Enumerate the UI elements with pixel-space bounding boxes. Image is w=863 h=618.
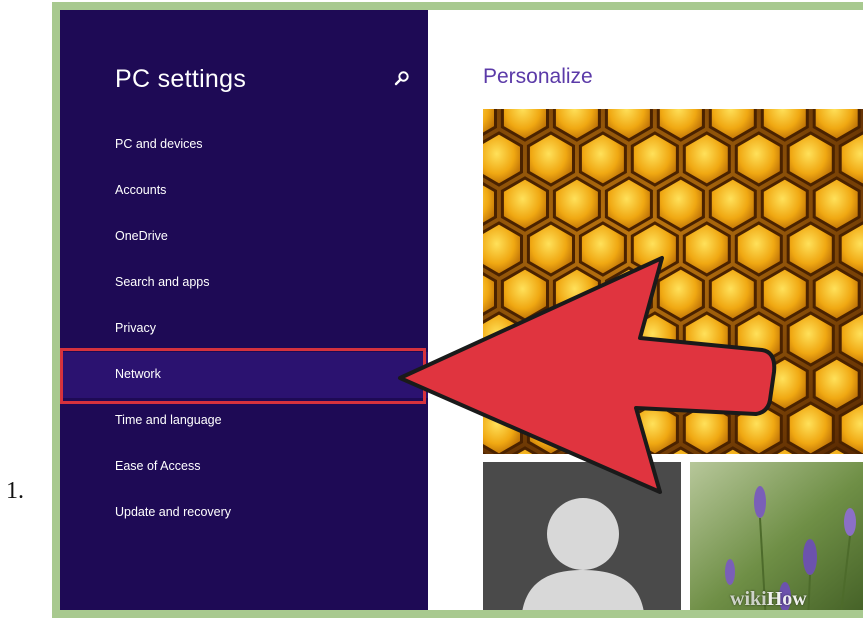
honeycomb-cell [786, 131, 835, 187]
honeycomb-cell [708, 266, 757, 322]
honeycomb-cell [656, 266, 705, 322]
sidebar-item-update-and-recovery[interactable]: Update and recovery [60, 490, 428, 536]
account-picture-tile[interactable] [483, 462, 681, 610]
honeycomb-cell [760, 176, 809, 232]
honeycomb-cell [812, 176, 861, 232]
sidebar-item-search-and-apps[interactable]: Search and apps [60, 260, 428, 306]
honeycomb-cell [682, 131, 731, 187]
honeycomb-cell [760, 266, 809, 322]
honeycomb-cell [734, 311, 783, 367]
honeycomb-cell [682, 221, 731, 277]
sidebar-item-accounts[interactable]: Accounts [60, 168, 428, 214]
sidebar-item-label: Ease of Access [115, 459, 201, 473]
sidebar-item-label: Accounts [115, 183, 167, 197]
honeycomb-cell [812, 356, 861, 412]
honeycomb-image [483, 109, 863, 454]
user-avatar-icon [522, 498, 644, 610]
honeycomb-cell [708, 356, 757, 412]
honeycomb-cell [500, 176, 549, 232]
honeycomb-cell [682, 401, 731, 454]
sidebar-item-label: PC and devices [115, 137, 203, 151]
sidebar-item-label: Network [115, 367, 161, 381]
honeycomb-cell [630, 221, 679, 277]
honeycomb-cell [812, 266, 861, 322]
honeycomb-cell [786, 401, 835, 454]
honeycomb-cell [760, 356, 809, 412]
sidebar-item-time-and-language[interactable]: Time and language [60, 398, 428, 444]
pc-settings-window: PC settings PC and devices Accounts OneD… [60, 10, 863, 610]
honeycomb-cell [578, 401, 627, 454]
honeycomb-cell [552, 356, 601, 412]
honeycomb-cell [552, 266, 601, 322]
honeycomb-cell [734, 131, 783, 187]
honeycomb-cell [578, 311, 627, 367]
sidebar-item-onedrive[interactable]: OneDrive [60, 214, 428, 260]
lock-screen-tile[interactable]: Lo [483, 109, 863, 454]
honeycomb-cell [786, 221, 835, 277]
sidebar-title: PC settings [115, 65, 247, 93]
honeycomb-cell [630, 311, 679, 367]
personalize-panel: Personalize Lo [428, 10, 863, 610]
sidebar-item-label: Privacy [115, 321, 156, 335]
sidebar-item-privacy[interactable]: Privacy [60, 306, 428, 352]
sidebar: PC settings PC and devices Accounts OneD… [60, 10, 428, 610]
search-icon[interactable] [394, 70, 410, 86]
honeycomb-cell [578, 221, 627, 277]
honeycomb-cell [734, 221, 783, 277]
honeycomb-cell [552, 176, 601, 232]
honeycomb-cell [604, 356, 653, 412]
honeycomb-cell [656, 356, 705, 412]
sidebar-item-network[interactable]: Network [60, 352, 428, 398]
wikihow-watermark: wikiHow [730, 588, 807, 610]
sidebar-item-label: Time and language [115, 413, 222, 427]
honeycomb-cell [604, 266, 653, 322]
honeycomb-cell [630, 131, 679, 187]
honeycomb-cell [682, 311, 731, 367]
sidebar-item-label: Search and apps [115, 275, 210, 289]
honeycomb-cell [526, 311, 575, 367]
step-number: 1. [6, 478, 24, 504]
honeycomb-cell [526, 221, 575, 277]
honeycomb-cell [708, 176, 757, 232]
sidebar-item-ease-of-access[interactable]: Ease of Access [60, 444, 428, 490]
honeycomb-cell [500, 266, 549, 322]
honeycomb-cell [578, 131, 627, 187]
honeycomb-cell [656, 176, 705, 232]
page-title: Personalize [483, 65, 593, 88]
honeycomb-cell [526, 131, 575, 187]
sidebar-item-label: Update and recovery [115, 505, 232, 519]
honeycomb-cell [734, 401, 783, 454]
honeycomb-cell [786, 311, 835, 367]
honeycomb-cell [604, 176, 653, 232]
honeycomb-cell [630, 401, 679, 454]
sidebar-item-label: OneDrive [115, 229, 168, 243]
honeycomb-cell [500, 356, 549, 412]
honeycomb-cell [526, 401, 575, 454]
sidebar-item-pc-and-devices[interactable]: PC and devices [60, 122, 428, 168]
